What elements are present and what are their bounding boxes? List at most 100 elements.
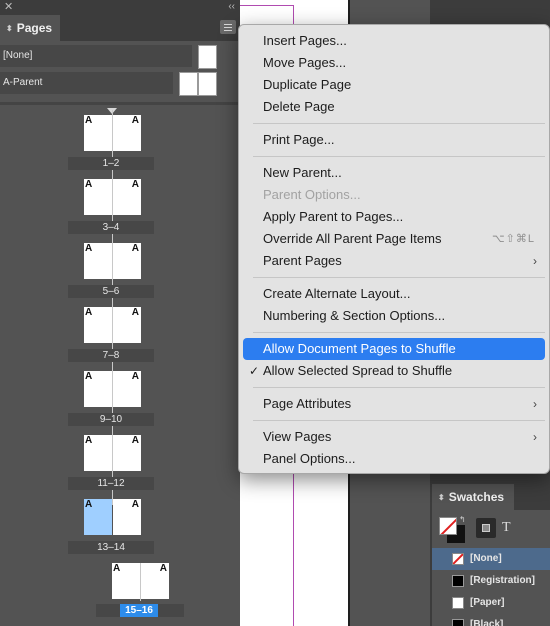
spread-label[interactable]: 9–10 bbox=[68, 413, 154, 426]
swatch-name: [None] bbox=[470, 553, 502, 564]
close-panel-icon[interactable]: ✕ bbox=[4, 0, 13, 15]
page-thumbnail[interactable]: A bbox=[84, 115, 112, 151]
menu-item-move-pages[interactable]: Move Pages... bbox=[243, 52, 545, 74]
page-thumbnail[interactable]: A bbox=[84, 371, 112, 407]
collapse-panel-icon[interactable]: ‹‹ bbox=[228, 0, 235, 14]
page-thumbnail[interactable]: A bbox=[113, 243, 141, 279]
page-thumbnail[interactable]: A bbox=[84, 435, 112, 471]
menu-item-allow-spread-shuffle[interactable]: ✓ Allow Selected Spread to Shuffle bbox=[243, 360, 545, 382]
pages-panel-menu: Insert Pages... Move Pages... Duplicate … bbox=[238, 24, 550, 474]
menu-item-create-alternate-layout[interactable]: Create Alternate Layout... bbox=[243, 283, 545, 305]
spread-label[interactable]: 5–6 bbox=[68, 285, 154, 298]
panel-title-bar: ✕ ‹‹ bbox=[0, 0, 240, 15]
swatches-tab-row: ⬍ Swatches bbox=[432, 480, 550, 510]
swap-fill-stroke-icon[interactable]: ↰ bbox=[459, 515, 466, 524]
chevron-right-icon: › bbox=[533, 397, 537, 411]
page-thumbnail[interactable]: A bbox=[113, 179, 141, 215]
menu-item-allow-document-pages-shuffle[interactable]: Allow Document Pages to Shuffle bbox=[243, 338, 545, 360]
menu-item-label: Parent Options... bbox=[263, 187, 361, 202]
page-thumbnail[interactable]: A bbox=[112, 563, 140, 599]
parent-marker: A bbox=[131, 243, 139, 254]
page-thumbnail[interactable]: A bbox=[84, 179, 112, 215]
parent-marker: A bbox=[113, 563, 121, 574]
parent-marker: A bbox=[131, 371, 139, 382]
parent-label: [None] bbox=[0, 45, 192, 67]
parent-marker: A bbox=[85, 179, 93, 190]
parent-row-none[interactable]: [None] bbox=[0, 45, 240, 71]
chevron-right-icon: › bbox=[533, 430, 537, 444]
menu-item-insert-pages[interactable]: Insert Pages... bbox=[243, 30, 545, 52]
menu-separator bbox=[253, 123, 545, 124]
pages-panel: ✕ ‹‹ ⬍Pages [None] A-Parent A A 1–2 A A bbox=[0, 0, 240, 626]
parent-marker: A bbox=[85, 499, 93, 510]
parent-marker: A bbox=[131, 115, 139, 126]
spread-label[interactable]: 1–2 bbox=[68, 157, 154, 170]
fill-swatch[interactable] bbox=[439, 517, 457, 535]
parent-marker: A bbox=[85, 435, 93, 446]
page-thumbnail[interactable]: A bbox=[113, 499, 141, 535]
swatches-tab[interactable]: ⬍ Swatches bbox=[432, 484, 514, 510]
parent-marker: A bbox=[85, 307, 93, 318]
menu-item-parent-options: Parent Options... bbox=[243, 184, 545, 206]
chevron-right-icon: › bbox=[533, 254, 537, 268]
parent-marker: A bbox=[131, 307, 139, 318]
spread-label[interactable]: 11–12 bbox=[68, 477, 154, 490]
spread-label[interactable]: 13–14 bbox=[68, 541, 154, 554]
menu-item-page-attributes[interactable]: Page Attributes › bbox=[243, 393, 545, 415]
fill-stroke-icon[interactable]: ↰ bbox=[437, 515, 469, 547]
swatch-row[interactable]: [None] bbox=[432, 548, 550, 570]
swatch-name: [Black] bbox=[470, 619, 504, 626]
swatch-row[interactable]: [Paper] bbox=[432, 592, 550, 614]
parent-marker: A bbox=[85, 243, 93, 254]
pages-tab[interactable]: ⬍ Pages bbox=[0, 15, 60, 41]
page-thumbnail[interactable]: A bbox=[113, 435, 141, 471]
menu-separator bbox=[253, 387, 545, 388]
spread-label[interactable]: 3–4 bbox=[68, 221, 154, 234]
menu-item-label: Duplicate Page bbox=[263, 77, 352, 92]
panel-menu-icon[interactable] bbox=[220, 20, 236, 34]
menu-item-label: Allow Document Pages to Shuffle bbox=[263, 341, 456, 356]
none-swatch-icon bbox=[452, 553, 464, 565]
container-mode-icon[interactable] bbox=[476, 518, 496, 538]
menu-item-override-parent-items[interactable]: Override All Parent Page Items ⌥⇧⌘L bbox=[243, 228, 545, 250]
menu-item-panel-options[interactable]: Panel Options... bbox=[243, 448, 545, 470]
menu-item-duplicate-page[interactable]: Duplicate Page bbox=[243, 74, 545, 96]
page-thumbnail[interactable]: A bbox=[141, 563, 169, 599]
pages-tab-label: Pages bbox=[16, 21, 53, 35]
page-thumbnail[interactable]: A bbox=[84, 307, 112, 343]
page-thumbnail-selected[interactable]: A bbox=[84, 499, 112, 535]
pages-tab-row: ⬍ Pages bbox=[0, 15, 240, 41]
menu-item-label: Page Attributes bbox=[263, 396, 352, 411]
swatch-row[interactable]: [Registration] bbox=[432, 570, 550, 592]
parent-marker: A bbox=[131, 435, 139, 446]
spread-label-active[interactable]: 15–16 bbox=[120, 604, 158, 617]
swatch-name: [Registration] bbox=[470, 575, 535, 586]
page-thumbnail[interactable]: A bbox=[113, 115, 141, 151]
menu-item-label: Allow Selected Spread to Shuffle bbox=[263, 363, 453, 378]
parent-marker: A bbox=[131, 179, 139, 190]
page-thumbnail[interactable]: A bbox=[113, 307, 141, 343]
menu-item-parent-pages[interactable]: Parent Pages › bbox=[243, 250, 545, 272]
parent-thumbnail[interactable] bbox=[198, 45, 217, 69]
menu-item-delete-page[interactable]: Delete Page bbox=[243, 96, 545, 118]
margin-guide bbox=[240, 5, 293, 6]
parent-thumbnail-right[interactable] bbox=[198, 72, 217, 96]
spread-label[interactable]: 7–8 bbox=[68, 349, 154, 362]
page-thumbnail[interactable]: A bbox=[84, 243, 112, 279]
menu-item-numbering-section-options[interactable]: Numbering & Section Options... bbox=[243, 305, 545, 327]
text-mode-icon[interactable]: T bbox=[502, 518, 511, 538]
parent-marker: A bbox=[85, 371, 93, 382]
menu-item-print-page[interactable]: Print Page... bbox=[243, 129, 545, 151]
swatches-panel: ⬍ Swatches ↰ T [None] [Registration] [Pap… bbox=[432, 480, 550, 626]
menu-item-new-parent[interactable]: New Parent... bbox=[243, 162, 545, 184]
menu-item-apply-parent[interactable]: Apply Parent to Pages... bbox=[243, 206, 545, 228]
registration-swatch-icon bbox=[452, 575, 464, 587]
menu-item-label: Numbering & Section Options... bbox=[263, 308, 446, 323]
page-thumbnail[interactable]: A bbox=[113, 371, 141, 407]
swatch-row[interactable]: [Black] bbox=[432, 614, 550, 626]
menu-item-label: Parent Pages bbox=[263, 253, 342, 268]
parent-thumbnail-left[interactable] bbox=[179, 72, 198, 96]
menu-item-shortcut: ⌥⇧⌘L bbox=[491, 233, 535, 245]
parent-row-a-parent[interactable]: A-Parent bbox=[0, 72, 240, 98]
menu-item-view-pages[interactable]: View Pages › bbox=[243, 426, 545, 448]
